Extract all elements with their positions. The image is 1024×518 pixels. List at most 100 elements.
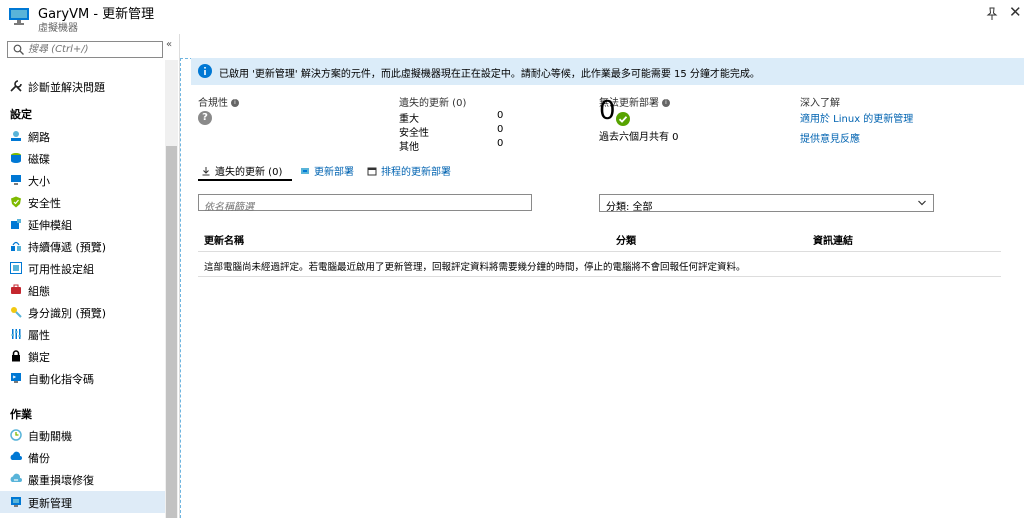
continuous-delivery-icon	[11, 241, 21, 251]
sidebar-item-label: 網路	[28, 131, 50, 144]
wrench-icon	[10, 80, 22, 92]
tab-scheduled-deployments[interactable]: 排程的更新部署	[367, 163, 451, 180]
compliance-label: 合規性 i	[198, 94, 239, 109]
sidebar-search[interactable]	[7, 41, 163, 58]
table-empty-message: 這部電腦尚未經過評定。若電腦最近啟用了更新管理，回報評定資料將需要幾分鐘的時間，…	[204, 262, 746, 273]
sidebar-item-label: 更新管理	[28, 497, 72, 510]
tab-label: 更新部署	[314, 167, 354, 178]
sidebar-scrollbar-thumb[interactable]	[166, 146, 177, 518]
sidebar-item-label: 自動化指令碼	[28, 373, 94, 386]
sidebar-item-label: 自動關機	[28, 430, 72, 443]
configuration-icon	[11, 284, 21, 294]
tab-label: 排程的更新部署	[381, 167, 451, 178]
network-icon	[11, 131, 21, 141]
sidebar: « 診斷並解決問題 設定 網路 磁碟 大小	[0, 34, 180, 518]
filter-by-name-input[interactable]	[199, 200, 531, 215]
failed-deployments-count: 0	[599, 96, 616, 126]
sidebar-item-disaster-recovery[interactable]: 嚴重損壞修復	[0, 468, 165, 490]
search-icon	[13, 44, 24, 55]
sidebar-item-label: 屬性	[28, 329, 50, 342]
tab-update-deployments[interactable]: 更新部署	[300, 163, 354, 180]
filter-by-name[interactable]	[198, 194, 532, 215]
sidebar-item-label: 嚴重損壞修復	[28, 474, 94, 487]
classification-value: 分類: 全部	[606, 202, 653, 213]
sidebar-item-label: 備份	[28, 452, 50, 465]
info-small-icon[interactable]: i	[662, 99, 670, 107]
info-banner-text: 已啟用 '更新管理' 解決方案的元件，而此虛擬機器現在正在設定中。請耐心等候，此…	[219, 69, 760, 80]
table-row-divider	[198, 276, 1001, 277]
sidebar-item-network[interactable]: 網路	[0, 125, 165, 147]
security-shield-icon	[11, 196, 21, 208]
sidebar-item-size[interactable]: 大小	[0, 169, 165, 191]
sidebar-item-security[interactable]: 安全性	[0, 191, 165, 213]
extensions-icon	[11, 219, 21, 229]
linux-update-management-link[interactable]: 適用於 Linux 的更新管理	[800, 110, 913, 125]
feedback-link[interactable]: 提供意見反應	[800, 130, 860, 145]
section-settings-heading: 設定	[10, 108, 32, 121]
tab-label: 遺失的更新 (0)	[215, 167, 283, 178]
close-icon[interactable]: ✕	[1009, 5, 1022, 20]
column-classification[interactable]: 分類	[616, 232, 636, 247]
search-input[interactable]	[28, 42, 160, 57]
collapse-sidebar-icon[interactable]: «	[166, 39, 172, 50]
sidebar-item-diagnose[interactable]: 診斷並解決問題	[0, 75, 165, 97]
sidebar-item-disks[interactable]: 磁碟	[0, 147, 165, 169]
missing-security-count: 0	[497, 124, 504, 135]
size-icon	[11, 175, 21, 185]
backup-icon	[10, 451, 22, 460]
classification-dropdown[interactable]: 分類: 全部	[599, 194, 934, 213]
info-small-icon[interactable]: i	[231, 99, 239, 107]
failed-deployments-note: 過去六個月共有 0	[599, 132, 679, 143]
sidebar-item-label: 延伸模組	[28, 219, 72, 232]
missing-security-label: 安全性	[399, 128, 429, 139]
sidebar-item-update-management[interactable]: 更新管理	[0, 491, 165, 513]
info-icon	[198, 64, 212, 78]
pin-icon[interactable]	[986, 7, 998, 21]
download-arrow-icon	[202, 167, 210, 176]
question-icon: ?	[198, 111, 212, 125]
sidebar-item-configuration[interactable]: 組態	[0, 279, 165, 301]
deploy-icon	[301, 168, 309, 174]
disk-icon	[11, 153, 21, 163]
sidebar-item-label: 可用性設定組	[28, 263, 94, 276]
lock-icon	[12, 350, 20, 362]
sidebar-item-extensions[interactable]: 延伸模組	[0, 213, 165, 235]
sidebar-item-lock[interactable]: 鎖定	[0, 345, 165, 367]
automation-script-icon	[11, 373, 21, 383]
missing-critical-label: 重大	[399, 114, 419, 125]
sidebar-item-properties[interactable]: 屬性	[0, 323, 165, 345]
identity-key-icon	[11, 307, 22, 318]
auto-shutdown-icon	[10, 429, 22, 441]
sidebar-item-availability-set[interactable]: 可用性設定組	[0, 257, 165, 279]
sidebar-item-auto-shutdown[interactable]: 自動關機	[0, 424, 165, 446]
title-bar: GaryVM - 更新管理 虛擬機器 ✕	[0, 0, 1024, 34]
properties-icon	[11, 329, 21, 339]
info-banner: 已啟用 '更新管理' 解決方案的元件，而此虛擬機器現在正在設定中。請耐心等候，此…	[191, 58, 1024, 85]
column-info-link[interactable]: 資訊連結	[813, 232, 853, 247]
page-subtitle: 虛擬機器	[38, 23, 78, 34]
virtual-machine-icon	[9, 8, 29, 25]
compliance-label-text: 合規性	[198, 98, 228, 109]
tab-missing-updates[interactable]: 遺失的更新 (0)	[201, 163, 282, 180]
sidebar-item-label: 持續傳遞 (預覽)	[28, 241, 107, 254]
missing-updates-label: 遺失的更新 (0)	[399, 98, 467, 109]
sidebar-item-identity[interactable]: 身分識別 (預覽)	[0, 301, 165, 323]
portal-blade: GaryVM - 更新管理 虛擬機器 ✕ « 診斷並解決問題 設定	[0, 0, 1024, 518]
sidebar-item-automation-script[interactable]: 自動化指令碼	[0, 367, 165, 389]
sidebar-item-label: 大小	[28, 175, 50, 188]
column-update-name[interactable]: 更新名稱	[204, 232, 244, 247]
sidebar-item-label: 安全性	[28, 197, 61, 210]
sidebar-item-backup[interactable]: 備份	[0, 446, 165, 468]
sidebar-item-label: 磁碟	[28, 153, 50, 166]
sidebar-item-label: 診斷並解決問題	[28, 81, 105, 94]
availability-set-icon	[10, 262, 22, 274]
sidebar-item-continuous-delivery[interactable]: 持續傳遞 (預覽)	[0, 235, 165, 257]
main-pane-border	[180, 58, 181, 518]
missing-other-label: 其他	[399, 142, 419, 153]
update-management-icon	[11, 497, 21, 507]
sidebar-item-label: 鎖定	[28, 351, 50, 364]
chevron-down-icon	[918, 200, 926, 206]
missing-critical-count: 0	[497, 110, 504, 121]
calendar-icon	[367, 167, 377, 176]
sidebar-item-label: 組態	[28, 285, 50, 298]
